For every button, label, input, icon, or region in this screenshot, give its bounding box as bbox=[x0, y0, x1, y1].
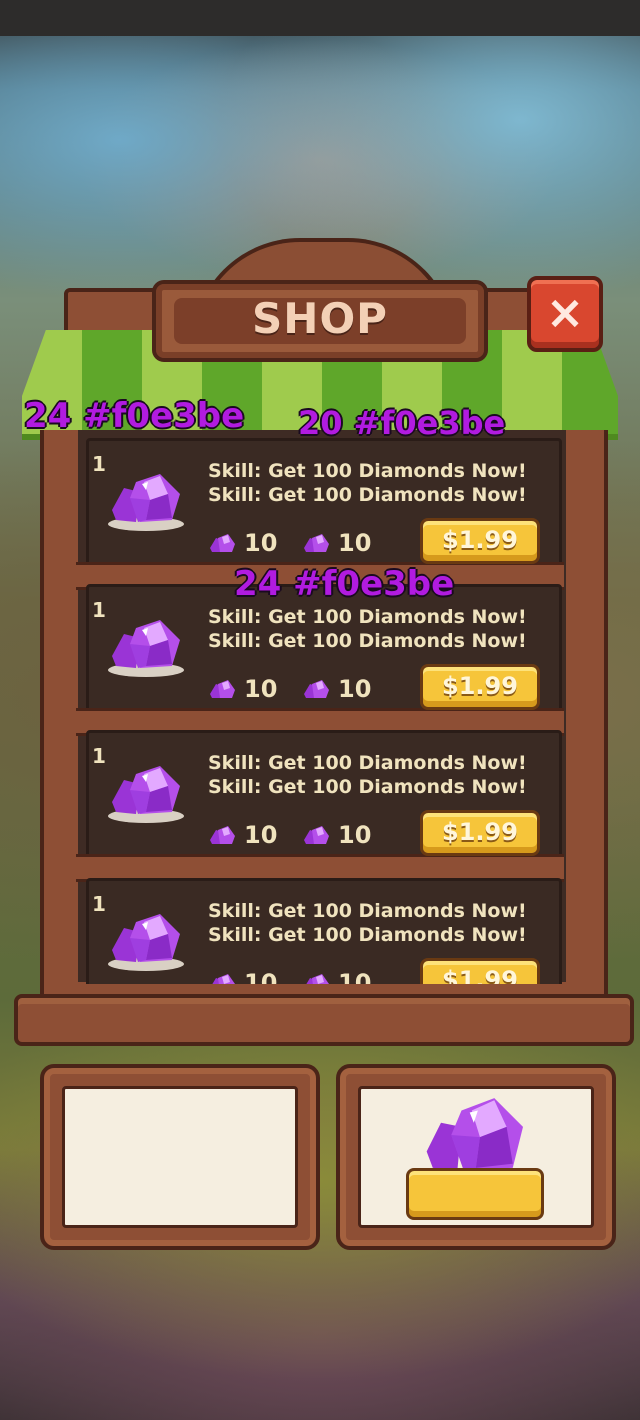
diamond-gem-icon bbox=[212, 974, 235, 984]
diamond-gem-icon bbox=[304, 534, 329, 552]
debug-label-left: 24 #f0e3be bbox=[24, 396, 245, 436]
cost-gems-a: 10 bbox=[208, 821, 278, 849]
cost-value: 10 bbox=[338, 821, 372, 849]
cost-value: 10 bbox=[244, 675, 278, 703]
diamond-gem-icon bbox=[306, 974, 329, 984]
close-icon: × bbox=[545, 285, 585, 339]
item-quantity: 1 bbox=[92, 452, 106, 476]
cost-gems-b: 10 bbox=[302, 821, 372, 849]
item-subtitle: Skill: Get 100 Diamonds Now! bbox=[208, 630, 527, 652]
diamond-gem-icon bbox=[210, 680, 235, 698]
shop-title: SHOP bbox=[252, 294, 388, 343]
item-title: Skill: Get 100 Diamonds Now! bbox=[208, 460, 527, 482]
cabinet-base bbox=[14, 994, 634, 1046]
diamond-gem-icon bbox=[108, 620, 184, 677]
cost-value: 10 bbox=[244, 821, 278, 849]
diamond-gem-icon bbox=[304, 826, 329, 844]
shop-item-list[interactable]: 1 Skill: Get 100 Diamonds Now! Skill: Ge… bbox=[76, 438, 564, 984]
shop-item-row: 1 Skill: Get 100 Diamonds Now! Skill: Ge… bbox=[76, 730, 564, 882]
close-button[interactable]: × bbox=[527, 276, 603, 352]
paper-area bbox=[62, 1086, 298, 1228]
item-quantity: 1 bbox=[92, 892, 106, 916]
item-title: Skill: Get 100 Diamonds Now! bbox=[208, 900, 527, 922]
buy-button[interactable]: $1.99 bbox=[420, 958, 540, 984]
shop-item-row: 1 Skill: Get 100 Diamonds Now! Skill: Ge… bbox=[76, 438, 564, 590]
bottom-panel-right bbox=[336, 1064, 616, 1250]
cost-gems-a: 10 bbox=[208, 675, 278, 703]
cost-gems-a: 10 bbox=[208, 969, 278, 984]
debug-label-right: 20 #f0e3be bbox=[298, 404, 506, 442]
item-quantity: 1 bbox=[92, 744, 106, 768]
diamond-gem-icon bbox=[210, 534, 235, 552]
shop-item-row: 1 Skill: Get 100 Diamonds Now! Skill: Ge… bbox=[76, 878, 564, 984]
cost-gems-b: 10 bbox=[302, 675, 372, 703]
item-title: Skill: Get 100 Diamonds Now! bbox=[208, 606, 527, 628]
diamond-gem-icon bbox=[108, 914, 184, 971]
buy-button[interactable]: $1.99 bbox=[420, 664, 540, 710]
item-subtitle: Skill: Get 100 Diamonds Now! bbox=[208, 484, 527, 506]
buy-button[interactable]: $1.99 bbox=[420, 810, 540, 856]
cost-value: 10 bbox=[244, 969, 278, 984]
cost-value: 10 bbox=[338, 969, 372, 984]
cost-value: 10 bbox=[338, 675, 372, 703]
cost-value: 10 bbox=[244, 529, 278, 557]
bottom-panel-left bbox=[40, 1064, 320, 1250]
item-subtitle: Skill: Get 100 Diamonds Now! bbox=[208, 924, 527, 946]
diamond-gem-icon bbox=[108, 766, 184, 823]
item-subtitle: Skill: Get 100 Diamonds Now! bbox=[208, 776, 527, 798]
cost-gems-b: 10 bbox=[302, 529, 372, 557]
diamond-gem-icon bbox=[426, 1098, 523, 1170]
item-quantity: 1 bbox=[92, 598, 106, 622]
diamond-gem-icon bbox=[304, 680, 329, 698]
cost-value: 10 bbox=[338, 529, 372, 557]
panel-action-button[interactable] bbox=[406, 1168, 544, 1220]
buy-button[interactable]: $1.99 bbox=[420, 518, 540, 564]
item-title: Skill: Get 100 Diamonds Now! bbox=[208, 752, 527, 774]
diamond-gem-icon bbox=[210, 826, 235, 844]
debug-label-middle: 24 #f0e3be bbox=[234, 564, 455, 604]
shop-sign: SHOP bbox=[152, 280, 488, 362]
status-bar bbox=[0, 0, 640, 36]
diamond-gem-icon bbox=[108, 474, 184, 531]
cost-gems-a: 10 bbox=[208, 529, 278, 557]
cost-gems-b: 10 bbox=[302, 969, 372, 984]
